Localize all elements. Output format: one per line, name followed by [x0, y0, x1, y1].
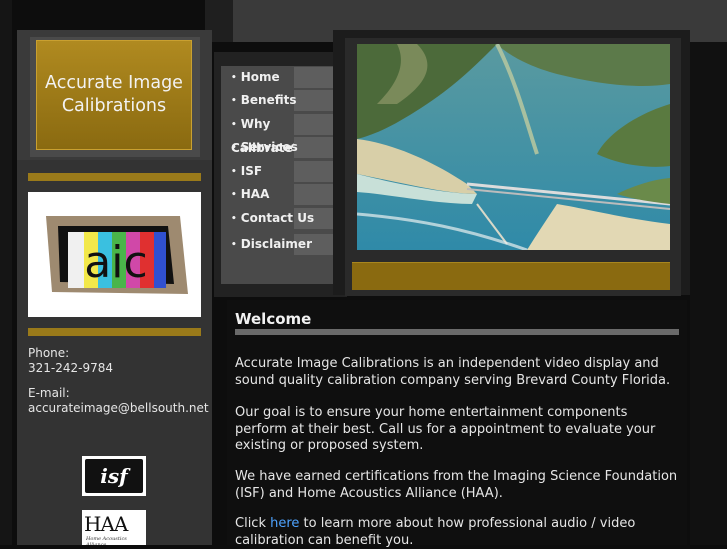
right-edge-panel — [690, 42, 727, 545]
haa-logo-text: HAA — [84, 512, 128, 536]
nav-item-haa[interactable]: • HAA — [221, 183, 342, 205]
page-title: Welcome — [235, 310, 312, 328]
bullet-icon: • — [231, 73, 237, 83]
bullet-icon: • — [231, 167, 237, 177]
hero-aerial-photo — [357, 44, 670, 250]
aic-tv-icon: aic — [46, 216, 188, 294]
haa-badge[interactable]: HAA Home Acoustics Alliance — [82, 510, 146, 545]
isf-logo-icon: isf — [85, 459, 143, 493]
bullet-icon: • — [231, 143, 237, 153]
intro-paragraph: Accurate Image Calibrations is an indepe… — [235, 356, 671, 388]
nav-item-home[interactable]: • Home — [221, 66, 342, 88]
bullet-icon: • — [231, 240, 237, 250]
bullet-icon: • — [231, 96, 237, 106]
learn-more-paragraph: Click here to learn more about how profe… — [235, 516, 636, 548]
title-divider — [235, 329, 679, 335]
bullet-icon: • — [231, 120, 237, 130]
gold-divider — [28, 328, 201, 336]
email-label: E-mail: — [28, 386, 70, 400]
aic-logo-card: aic — [28, 192, 201, 317]
nav-item-benefits[interactable]: • Benefits — [221, 89, 342, 111]
here-link[interactable]: here — [270, 516, 299, 531]
certifications-paragraph: We have earned certifications from the I… — [235, 469, 678, 501]
nav-item-isf[interactable]: • ISF — [221, 160, 342, 182]
haa-logo-subtext: Home Acoustics Alliance — [86, 536, 127, 545]
site-title: Accurate Image Calibrations — [45, 73, 183, 116]
phone-number: 321-242-9784 — [28, 361, 114, 375]
nav-item-services[interactable]: • Services — [221, 136, 342, 158]
email-address[interactable]: accurateimage@bellsouth.net — [28, 401, 209, 416]
site-logo[interactable]: Accurate Image Calibrations — [36, 40, 192, 150]
hero-gold-band — [352, 262, 670, 290]
nav-item-contact-us[interactable]: • Contact Us — [221, 207, 342, 229]
goal-paragraph: Our goal is to ensure your home entertai… — [235, 405, 656, 453]
main-nav: • Home • Benefits • Why Calibrate? • Service… — [221, 66, 342, 284]
isf-badge[interactable]: isf — [82, 456, 146, 496]
nav-item-why-calibrate[interactable]: • Why Calibrate? — [221, 113, 342, 155]
nav-item-disclaimer[interactable]: • Disclaimer — [221, 233, 342, 255]
svg-text:aic: aic — [84, 237, 147, 288]
bullet-icon: • — [231, 190, 237, 200]
phone-label: Phone: — [28, 346, 70, 360]
gold-divider — [28, 173, 201, 181]
bullet-icon: • — [231, 214, 237, 224]
left-edge-panel — [0, 0, 12, 545]
